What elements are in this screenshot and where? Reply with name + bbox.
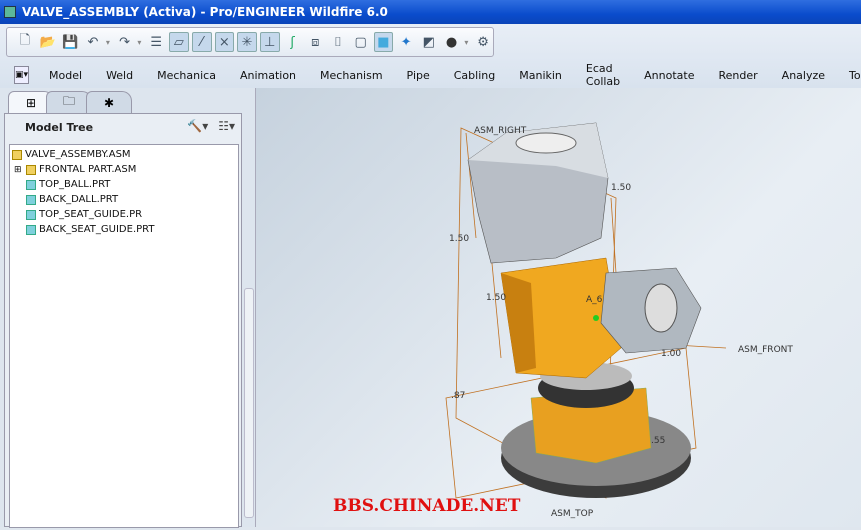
- menu-mechanica[interactable]: Mechanica: [145, 69, 228, 82]
- dim-label[interactable]: 1.50: [449, 234, 469, 244]
- tree-node[interactable]: VALVE_ASSEMBY.ASM: [10, 147, 238, 162]
- dim-label[interactable]: A_6: [586, 295, 603, 305]
- part-icon: [26, 224, 36, 235]
- menu-pipe[interactable]: Pipe: [395, 69, 442, 82]
- datum-asm-right[interactable]: ASM_RIGHT: [474, 126, 527, 136]
- save-icon[interactable]: 💾: [60, 32, 80, 52]
- model-tree-title: Model Tree: [25, 121, 94, 134]
- assembly-icon: [26, 164, 36, 175]
- dim-label[interactable]: .87: [451, 391, 465, 401]
- graphics-window[interactable]: ASM_RIGHT ASM_FRONT ASM_TOP 1.50 1.50 1.…: [256, 88, 861, 527]
- tree-node[interactable]: TOP_BALL.PRT: [10, 177, 238, 192]
- part-icon: [26, 194, 36, 205]
- window-menu-icon[interactable]: ▣▾: [14, 66, 30, 84]
- app-icon: [4, 6, 16, 18]
- regenerate-icon[interactable]: ☰: [146, 32, 166, 52]
- menu-annotate[interactable]: Annotate: [632, 69, 706, 82]
- menu-animation[interactable]: Animation: [228, 69, 308, 82]
- model-tree-panel: Model Tree 🔨▾ ☷▾ VALVE_ASSEMBY.ASM ⊞ FRONT…: [4, 113, 242, 528]
- tree-node[interactable]: ⊞ FRONTAL PART.ASM: [10, 162, 238, 177]
- tree-settings-icon[interactable]: 🔨▾: [187, 119, 208, 133]
- part-icon: [26, 179, 36, 190]
- tab-favorites[interactable]: ✱: [86, 91, 132, 113]
- model-tree: VALVE_ASSEMBY.ASM ⊞ FRONTAL PART.ASM TOP_…: [9, 144, 239, 528]
- menu-cabling[interactable]: Cabling: [442, 69, 507, 82]
- new-icon[interactable]: 🗋: [15, 32, 35, 52]
- menu-tools[interactable]: Tools: [837, 69, 861, 82]
- view-manager-icon[interactable]: ◩: [419, 32, 439, 52]
- valve-body-side: [501, 273, 536, 373]
- wireframe-icon[interactable]: ⧈: [305, 32, 325, 52]
- dim-label[interactable]: .55: [651, 436, 665, 446]
- menu-manikin[interactable]: Manikin: [507, 69, 574, 82]
- valve-model: ASM_RIGHT ASM_FRONT ASM_TOP 1.50 1.50 1.…: [445, 122, 793, 519]
- datum-planes-icon[interactable]: ▱: [169, 32, 189, 52]
- shading-icon[interactable]: ■: [373, 32, 394, 52]
- side-bore: [644, 283, 678, 333]
- datum-points-icon[interactable]: ×: [214, 32, 235, 52]
- hidden-line-icon[interactable]: ⌷: [328, 32, 348, 52]
- dim-label[interactable]: 1.00: [661, 349, 681, 359]
- no-hidden-icon[interactable]: ▢: [351, 32, 371, 52]
- panel-sash[interactable]: [244, 288, 254, 518]
- menu-bar: ▣▾ Model Weld Mechanica Animation Mechan…: [0, 62, 861, 88]
- datum-axes-icon[interactable]: ⁄: [191, 32, 212, 52]
- tree-node[interactable]: TOP_SEAT_GUIDE.PR: [10, 207, 238, 222]
- annotation-icon[interactable]: ʃ: [283, 32, 303, 52]
- toolbar-area: 🗋 📂 💾 ↶ ▾ ↷ ▾ ☰ ▱ ⁄ × ✳ ⊥ ʃ ⧈ ⌷ ▢ ■ ✦ ◩ ● ▾…: [0, 24, 861, 88]
- dim-label[interactable]: 1.50: [486, 293, 506, 303]
- menu-analyze[interactable]: Analyze: [770, 69, 837, 82]
- csys-icon[interactable]: ✳: [237, 32, 257, 52]
- appearance-icon[interactable]: ●: [442, 32, 462, 52]
- watermark: BBS.CHINADE.NET: [333, 496, 521, 516]
- tree-node[interactable]: BACK_DALL.PRT: [10, 192, 238, 207]
- tree-node[interactable]: BACK_SEAT_GUIDE.PRT: [10, 222, 238, 237]
- menu-weld[interactable]: Weld: [94, 69, 145, 82]
- menu-mechanism[interactable]: Mechanism: [308, 69, 395, 82]
- dim-label[interactable]: 1.50: [611, 183, 631, 193]
- title-bar: VALVE_ASSEMBLY (Activa) - Pro/ENGINEER W…: [0, 0, 861, 24]
- main-toolbar: 🗋 📂 💾 ↶ ▾ ↷ ▾ ☰ ▱ ⁄ × ✳ ⊥ ʃ ⧈ ⌷ ▢ ■ ✦ ◩ ● ▾…: [6, 27, 494, 57]
- spin-center-icon[interactable]: ⊥: [259, 32, 280, 52]
- settings-icon[interactable]: ⚙: [473, 32, 493, 52]
- redo-icon[interactable]: ↷: [115, 32, 135, 52]
- expand-icon[interactable]: ⊞: [14, 165, 26, 175]
- top-bore: [515, 132, 577, 154]
- datum-asm-front[interactable]: ASM_FRONT: [738, 345, 793, 355]
- assembly-icon: [12, 149, 22, 160]
- show-columns-icon[interactable]: ☷▾: [218, 119, 235, 133]
- orient-icon[interactable]: ✦: [396, 32, 416, 52]
- undo-icon[interactable]: ↶: [83, 32, 103, 52]
- window-title: VALVE_ASSEMBLY (Activa) - Pro/ENGINEER W…: [22, 5, 388, 19]
- spin-center: [593, 315, 599, 321]
- part-icon: [26, 209, 36, 220]
- open-icon[interactable]: 📂: [38, 32, 58, 52]
- datum-asm-top[interactable]: ASM_TOP: [551, 509, 594, 519]
- navigator-panel: ⊞ 🗀 ✱ Model Tree 🔨▾ ☷▾ VALVE_ASSEMBY.ASM …: [0, 88, 256, 528]
- menu-ecad-collab[interactable]: Ecad Collab: [574, 62, 632, 88]
- menu-render[interactable]: Render: [707, 69, 770, 82]
- menu-model[interactable]: Model: [37, 69, 94, 82]
